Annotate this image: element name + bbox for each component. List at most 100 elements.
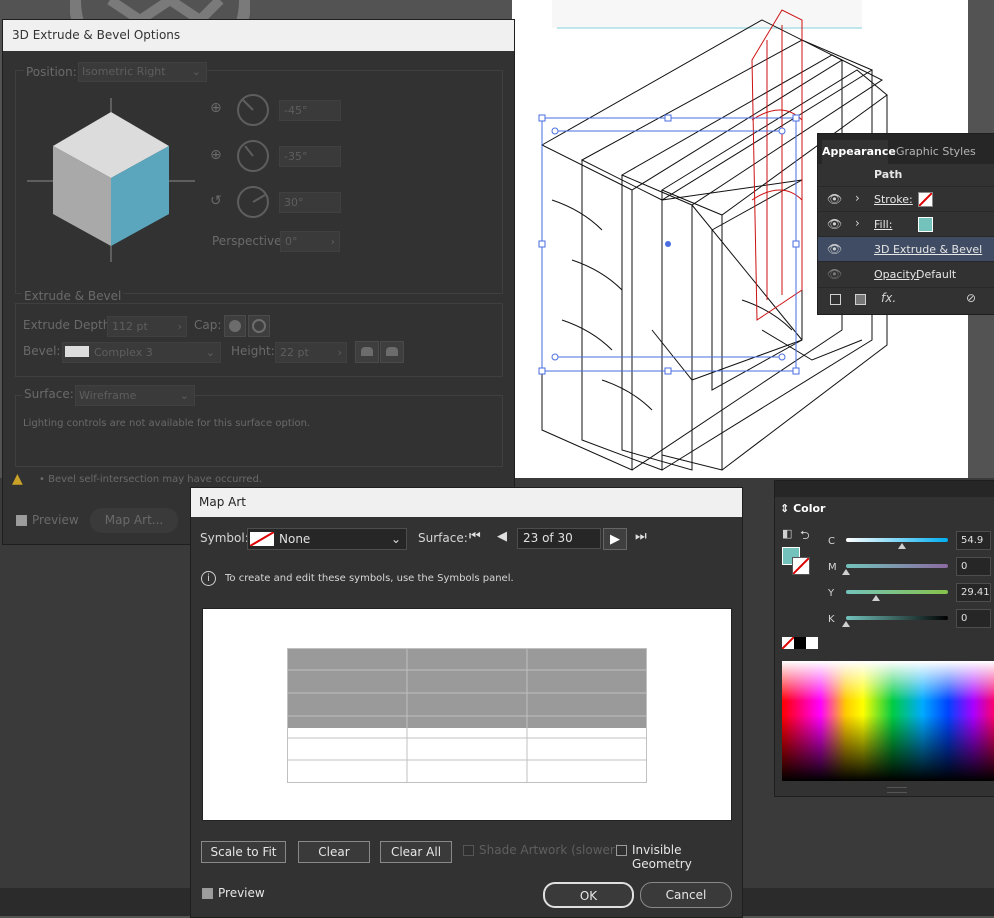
- height-value: 22 pt: [280, 346, 309, 359]
- surface-select[interactable]: Wireframe ⌄: [75, 385, 195, 406]
- chevron-right-icon[interactable]: ›: [855, 191, 860, 205]
- rotate-z-dial[interactable]: [236, 185, 270, 219]
- effect-3d-extrude-label[interactable]: 3D Extrude & Bevel: [874, 243, 982, 256]
- rotate-y-dial[interactable]: [236, 139, 270, 173]
- channel-slider-track[interactable]: [846, 538, 948, 542]
- perspective-value: 0°: [285, 235, 298, 248]
- warning-icon: ▲: [12, 471, 23, 487]
- extrude-depth-field[interactable]: 112 pt ›: [107, 316, 187, 337]
- bevel-value: Complex 3: [94, 346, 153, 359]
- symbol-label: Symbol:: [200, 531, 249, 545]
- channel-value-field[interactable]: 0: [956, 557, 991, 576]
- channel-slider-track[interactable]: [846, 616, 948, 620]
- visibility-eye-icon[interactable]: 👁: [827, 242, 842, 256]
- add-new-fill-icon[interactable]: [855, 294, 866, 305]
- preview-checkbox[interactable]: [202, 888, 213, 899]
- extrude-section-label: Extrude & Bevel: [22, 289, 124, 303]
- height-field[interactable]: 22 pt ›: [275, 342, 347, 363]
- chevron-down-icon: ⌄: [390, 532, 401, 546]
- chevron-right-icon[interactable]: ›: [855, 216, 860, 230]
- fx-icon[interactable]: fx.: [881, 291, 896, 305]
- map-art-dialog: Map Art Symbol: None ⌄ Surface: ⏮ ◀ 23 o…: [190, 487, 743, 918]
- dialog-title: Map Art: [191, 488, 742, 517]
- swap-colors-icon[interactable]: ⮌: [800, 526, 810, 547]
- perspective-field[interactable]: 0° ›: [280, 231, 340, 252]
- clear-all-button[interactable]: Clear All: [380, 841, 452, 863]
- symbol-select[interactable]: None ⌄: [247, 528, 407, 550]
- appearance-target: Path: [874, 168, 903, 181]
- add-new-stroke-icon[interactable]: [830, 294, 841, 305]
- surface-label: Surface:: [418, 531, 468, 545]
- bevel-preview-icon: [65, 346, 89, 357]
- appearance-row-opacity[interactable]: 👁 Opacity: Default: [818, 261, 994, 287]
- bevel-extent-out-button[interactable]: [380, 341, 404, 363]
- surface-field[interactable]: 23 of 30: [517, 528, 601, 549]
- stroke-color-swatch[interactable]: [792, 557, 810, 575]
- rotate-x-field[interactable]: -45°: [279, 100, 341, 121]
- stroke-swatch[interactable]: [918, 192, 933, 207]
- appearance-row-stroke[interactable]: 👁 › Stroke:: [818, 186, 994, 212]
- surface-preview[interactable]: [202, 608, 732, 821]
- channel-value-field[interactable]: 54.9: [956, 531, 991, 550]
- black-color-button[interactable]: [794, 637, 806, 649]
- resize-grip-icon[interactable]: [887, 787, 907, 793]
- channel-slider-thumb[interactable]: [871, 595, 880, 601]
- shade-artwork-checkbox[interactable]: [463, 845, 474, 856]
- visibility-eye-icon[interactable]: 👁: [827, 267, 842, 281]
- last-surface-icon[interactable]: ⏭: [635, 529, 647, 544]
- dialog-title: 3D Extrude & Bevel Options: [3, 20, 514, 51]
- channel-slider-thumb[interactable]: [897, 543, 906, 549]
- channel-slider-thumb[interactable]: [842, 621, 850, 627]
- invisible-geometry-checkbox[interactable]: [616, 845, 627, 856]
- color-spectrum[interactable]: [782, 661, 994, 781]
- surface-map-grid[interactable]: [287, 648, 648, 784]
- stroke-label[interactable]: Stroke:: [874, 193, 913, 206]
- cancel-button[interactable]: Cancel: [640, 882, 732, 908]
- appearance-panel: Appearance Graphic Styles Path 👁 › Strok…: [817, 133, 994, 315]
- appearance-row-effect[interactable]: 👁 3D Extrude & Bevel: [818, 236, 994, 262]
- none-color-button[interactable]: [781, 636, 795, 650]
- bevel-select[interactable]: Complex 3 ⌄: [62, 342, 221, 363]
- channel-value-field[interactable]: 0: [956, 609, 991, 628]
- white-color-button[interactable]: [806, 637, 818, 649]
- info-text: To create and edit these symbols, use th…: [225, 573, 514, 584]
- preview-checkbox[interactable]: [16, 515, 27, 526]
- cap-off-button[interactable]: [248, 315, 270, 337]
- first-surface-icon[interactable]: ⏮: [469, 529, 481, 544]
- scale-to-fit-button[interactable]: Scale to Fit: [201, 841, 286, 863]
- chevron-right-icon: ›: [337, 346, 342, 359]
- position-select[interactable]: Isometric Right ⌄: [78, 62, 207, 82]
- ok-button[interactable]: OK: [543, 882, 634, 908]
- channel-slider-thumb[interactable]: [842, 569, 850, 575]
- next-surface-icon[interactable]: ▶: [603, 528, 627, 550]
- spectrum-white-overlay: [782, 661, 994, 701]
- bevel-extent-in-button[interactable]: [355, 341, 379, 363]
- rotate-y-field[interactable]: -35°: [279, 146, 341, 167]
- clear-appearance-icon[interactable]: ⊘: [966, 291, 976, 305]
- tab-graphic-styles[interactable]: Graphic Styles: [896, 140, 976, 164]
- height-label: Height:: [231, 344, 275, 358]
- cap-on-button[interactable]: [224, 315, 246, 337]
- fill-label[interactable]: Fill:: [874, 218, 892, 231]
- appearance-row-fill[interactable]: 👁 › Fill:: [818, 211, 994, 237]
- chevron-right-icon: ›: [330, 235, 335, 248]
- channel-slider-track[interactable]: [846, 564, 948, 568]
- clear-button[interactable]: Clear: [298, 841, 370, 863]
- rotate-z-field[interactable]: 30°: [279, 192, 341, 213]
- tab-color[interactable]: ⇕ Color: [775, 497, 826, 521]
- rotate-x-dial[interactable]: [236, 93, 270, 127]
- chevron-down-icon: ⌄: [205, 346, 215, 359]
- default-colors-icon[interactable]: ◧: [782, 527, 792, 540]
- visibility-eye-icon[interactable]: 👁: [827, 217, 842, 231]
- collapse-arrows-icon[interactable]: ⇕: [780, 502, 789, 515]
- opacity-label[interactable]: Opacity:: [874, 268, 919, 281]
- map-art-button[interactable]: Map Art...: [90, 508, 178, 533]
- previous-surface-icon[interactable]: ◀: [497, 529, 507, 544]
- channel-value-field[interactable]: 29.41: [956, 583, 991, 602]
- fill-swatch[interactable]: [918, 217, 933, 232]
- tab-appearance[interactable]: Appearance: [822, 140, 896, 164]
- visibility-eye-icon[interactable]: 👁: [827, 192, 842, 206]
- channel-slider-track[interactable]: [846, 590, 948, 594]
- preview-label: Preview: [32, 513, 79, 527]
- track-cube[interactable]: [25, 94, 197, 266]
